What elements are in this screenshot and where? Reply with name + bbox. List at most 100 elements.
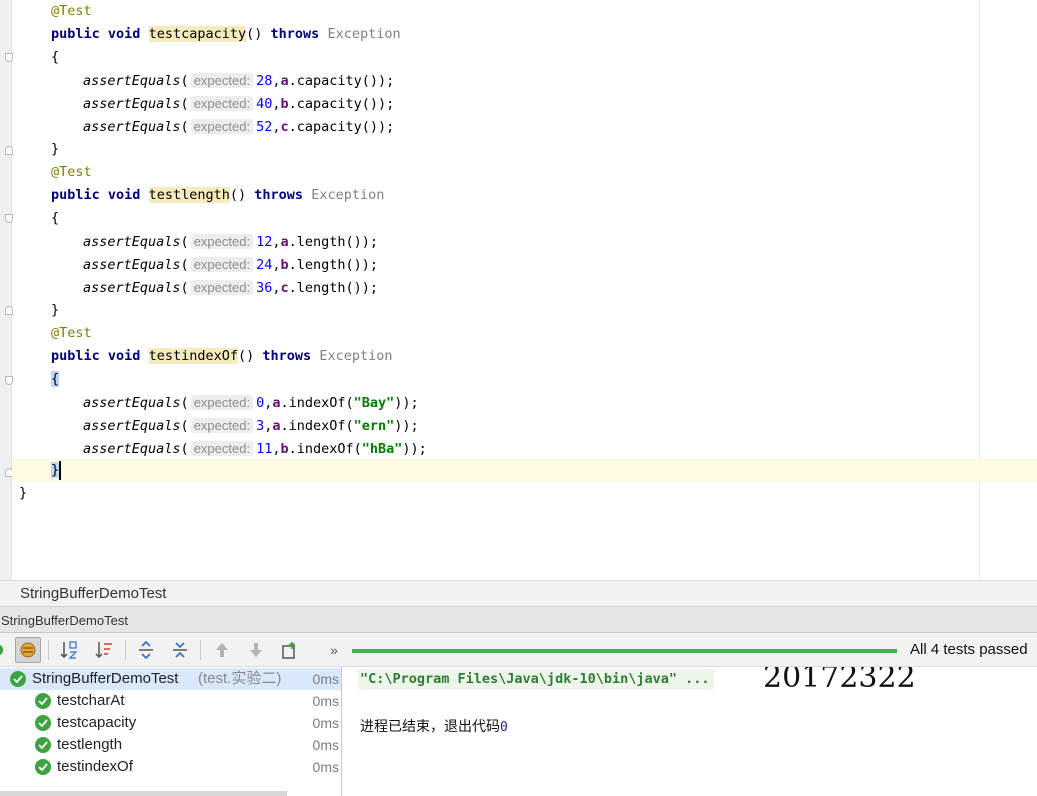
sort-duration-icon — [95, 642, 112, 658]
code-line[interactable]: assertEquals(expected: 12,a.length()); — [83, 230, 378, 253]
exit-code: 0 — [500, 720, 508, 735]
number-literal: 0 — [256, 395, 265, 411]
code-line[interactable]: assertEquals(expected: 36,c.length()); — [83, 276, 378, 299]
chevron-double-right-icon: » — [330, 642, 338, 658]
keyword: throws — [262, 348, 312, 364]
keyword: void — [107, 26, 141, 42]
code-line[interactable]: @Test — [51, 0, 92, 23]
test-name: testcapacity — [57, 714, 137, 731]
test-results-tree[interactable]: StringBufferDemoTest (test.实验二) 0ms test… — [0, 667, 342, 796]
code-text: .indexOf( — [280, 395, 354, 411]
method-call: assertEquals — [83, 395, 181, 411]
fold-marker-icon[interactable] — [5, 214, 13, 223]
collapse-all-button[interactable] — [167, 637, 193, 663]
annotation: @Test — [51, 3, 92, 19]
method-call: assertEquals — [83, 234, 181, 250]
number-literal: 11 — [256, 441, 273, 457]
test-suite-name: StringBufferDemoTest — [32, 670, 179, 687]
export-results-button[interactable] — [277, 637, 303, 663]
keyword: void — [107, 187, 141, 203]
test-progress-bar — [352, 649, 897, 653]
code-line[interactable]: } — [51, 459, 62, 482]
brace: } — [51, 141, 60, 157]
code-line[interactable]: { — [51, 46, 59, 69]
keyword: void — [107, 348, 141, 364]
code-line[interactable]: public void testcapacity() throws Except… — [51, 23, 401, 46]
field-ref: c — [280, 280, 289, 296]
run-tab[interactable]: StringBufferDemoTest — [0, 606, 1037, 633]
method-name[interactable]: testlength — [148, 187, 230, 203]
editor-gutter[interactable] — [0, 0, 12, 580]
exception-type: Exception — [311, 187, 385, 203]
exception-type: Exception — [319, 348, 393, 364]
code-line[interactable]: assertEquals(expected: 24,b.length()); — [83, 253, 378, 276]
code-line[interactable]: assertEquals(expected: 28,a.capacity()); — [83, 69, 394, 92]
code-editor[interactable]: @Test public void testcapacity() throws … — [0, 0, 1037, 580]
console-output[interactable]: "C:\Program Files\Java\jdk-10\bin\java" … — [343, 667, 1037, 796]
test-tree-item[interactable]: testcapacity 0ms — [0, 712, 341, 734]
method-name[interactable]: testindexOf — [148, 348, 238, 364]
fold-marker-icon[interactable] — [5, 146, 13, 155]
test-tree-item[interactable]: testlength 0ms — [0, 734, 341, 756]
arrow-up-icon — [216, 643, 228, 657]
test-duration: 0ms — [312, 715, 339, 731]
test-duration: 0ms — [312, 693, 339, 709]
collapse-all-icon — [173, 642, 187, 658]
method-call: assertEquals — [83, 418, 181, 434]
test-tree-item[interactable]: testcharAt 0ms — [0, 690, 341, 712]
test-duration: 0ms — [312, 759, 339, 775]
keyword: public — [51, 187, 100, 203]
code-punct: ( — [180, 418, 189, 434]
code-punct: )); — [394, 418, 419, 434]
test-tree-item[interactable]: testindexOf 0ms — [0, 756, 341, 778]
console-command-line[interactable]: "C:\Program Files\Java\jdk-10\bin\java" … — [358, 669, 714, 690]
code-line[interactable]: } — [51, 138, 59, 161]
field-ref: a — [280, 73, 289, 89]
test-tree-root[interactable]: StringBufferDemoTest (test.实验二) 0ms — [0, 668, 341, 690]
rerun-button[interactable] — [0, 637, 10, 663]
toolbar-separator — [125, 640, 126, 660]
method-call: assertEquals — [83, 119, 181, 135]
parameter-hint: expected: — [190, 119, 254, 134]
code-line[interactable]: public void testlength() throws Exceptio… — [51, 184, 384, 207]
previous-failed-button[interactable] — [209, 637, 235, 663]
fold-marker-icon[interactable] — [5, 376, 13, 385]
code-line[interactable]: @Test — [51, 161, 92, 184]
number-literal: 52 — [256, 119, 273, 135]
export-icon — [282, 641, 296, 659]
code-line[interactable]: assertEquals(expected: 3,a.indexOf("ern")… — [83, 414, 419, 437]
test-name: testlength — [57, 736, 123, 753]
sort-by-duration-button[interactable] — [91, 637, 117, 663]
method-name[interactable]: testcapacity — [148, 26, 247, 42]
test-passed-icon — [10, 671, 26, 687]
code-punct: )); — [394, 395, 419, 411]
more-actions-button[interactable]: » — [321, 637, 347, 663]
code-line[interactable]: assertEquals(expected: 0,a.indexOf("Bay")… — [83, 391, 419, 414]
code-line[interactable]: public void testindexOf() throws Excepti… — [51, 345, 392, 368]
string-literal: "Bay" — [353, 395, 395, 411]
show-passed-button[interactable] — [15, 637, 41, 663]
code-punct: ( — [180, 234, 189, 250]
tree-horizontal-scrollbar[interactable] — [0, 791, 287, 796]
run-tab-label: StringBufferDemoTest — [1, 613, 128, 628]
code-line[interactable]: assertEquals(expected: 11,b.indexOf("hBa"… — [83, 437, 427, 460]
fold-marker-icon[interactable] — [5, 306, 13, 315]
sort-alphabetically-button[interactable] — [56, 637, 82, 663]
arrow-down-icon — [250, 643, 262, 657]
code-line[interactable]: } — [19, 482, 27, 505]
code-line[interactable]: } — [51, 299, 59, 322]
code-line[interactable]: assertEquals(expected: 40,b.capacity()); — [83, 92, 394, 115]
code-text: .capacity()); — [288, 73, 395, 89]
code-punct: ( — [180, 257, 189, 273]
run-config-title: StringBufferDemoTest — [20, 585, 167, 602]
code-punct: ( — [180, 441, 189, 457]
toolbar-separator — [48, 640, 49, 660]
expand-all-icon — [139, 640, 153, 660]
fold-marker-icon[interactable] — [5, 53, 13, 62]
code-line[interactable]: { — [51, 207, 59, 230]
next-failed-button[interactable] — [243, 637, 269, 663]
code-line[interactable]: { — [51, 368, 60, 391]
code-line[interactable]: @Test — [51, 322, 92, 345]
code-line[interactable]: assertEquals(expected: 52,c.capacity()); — [83, 115, 394, 138]
expand-all-button[interactable] — [133, 637, 159, 663]
